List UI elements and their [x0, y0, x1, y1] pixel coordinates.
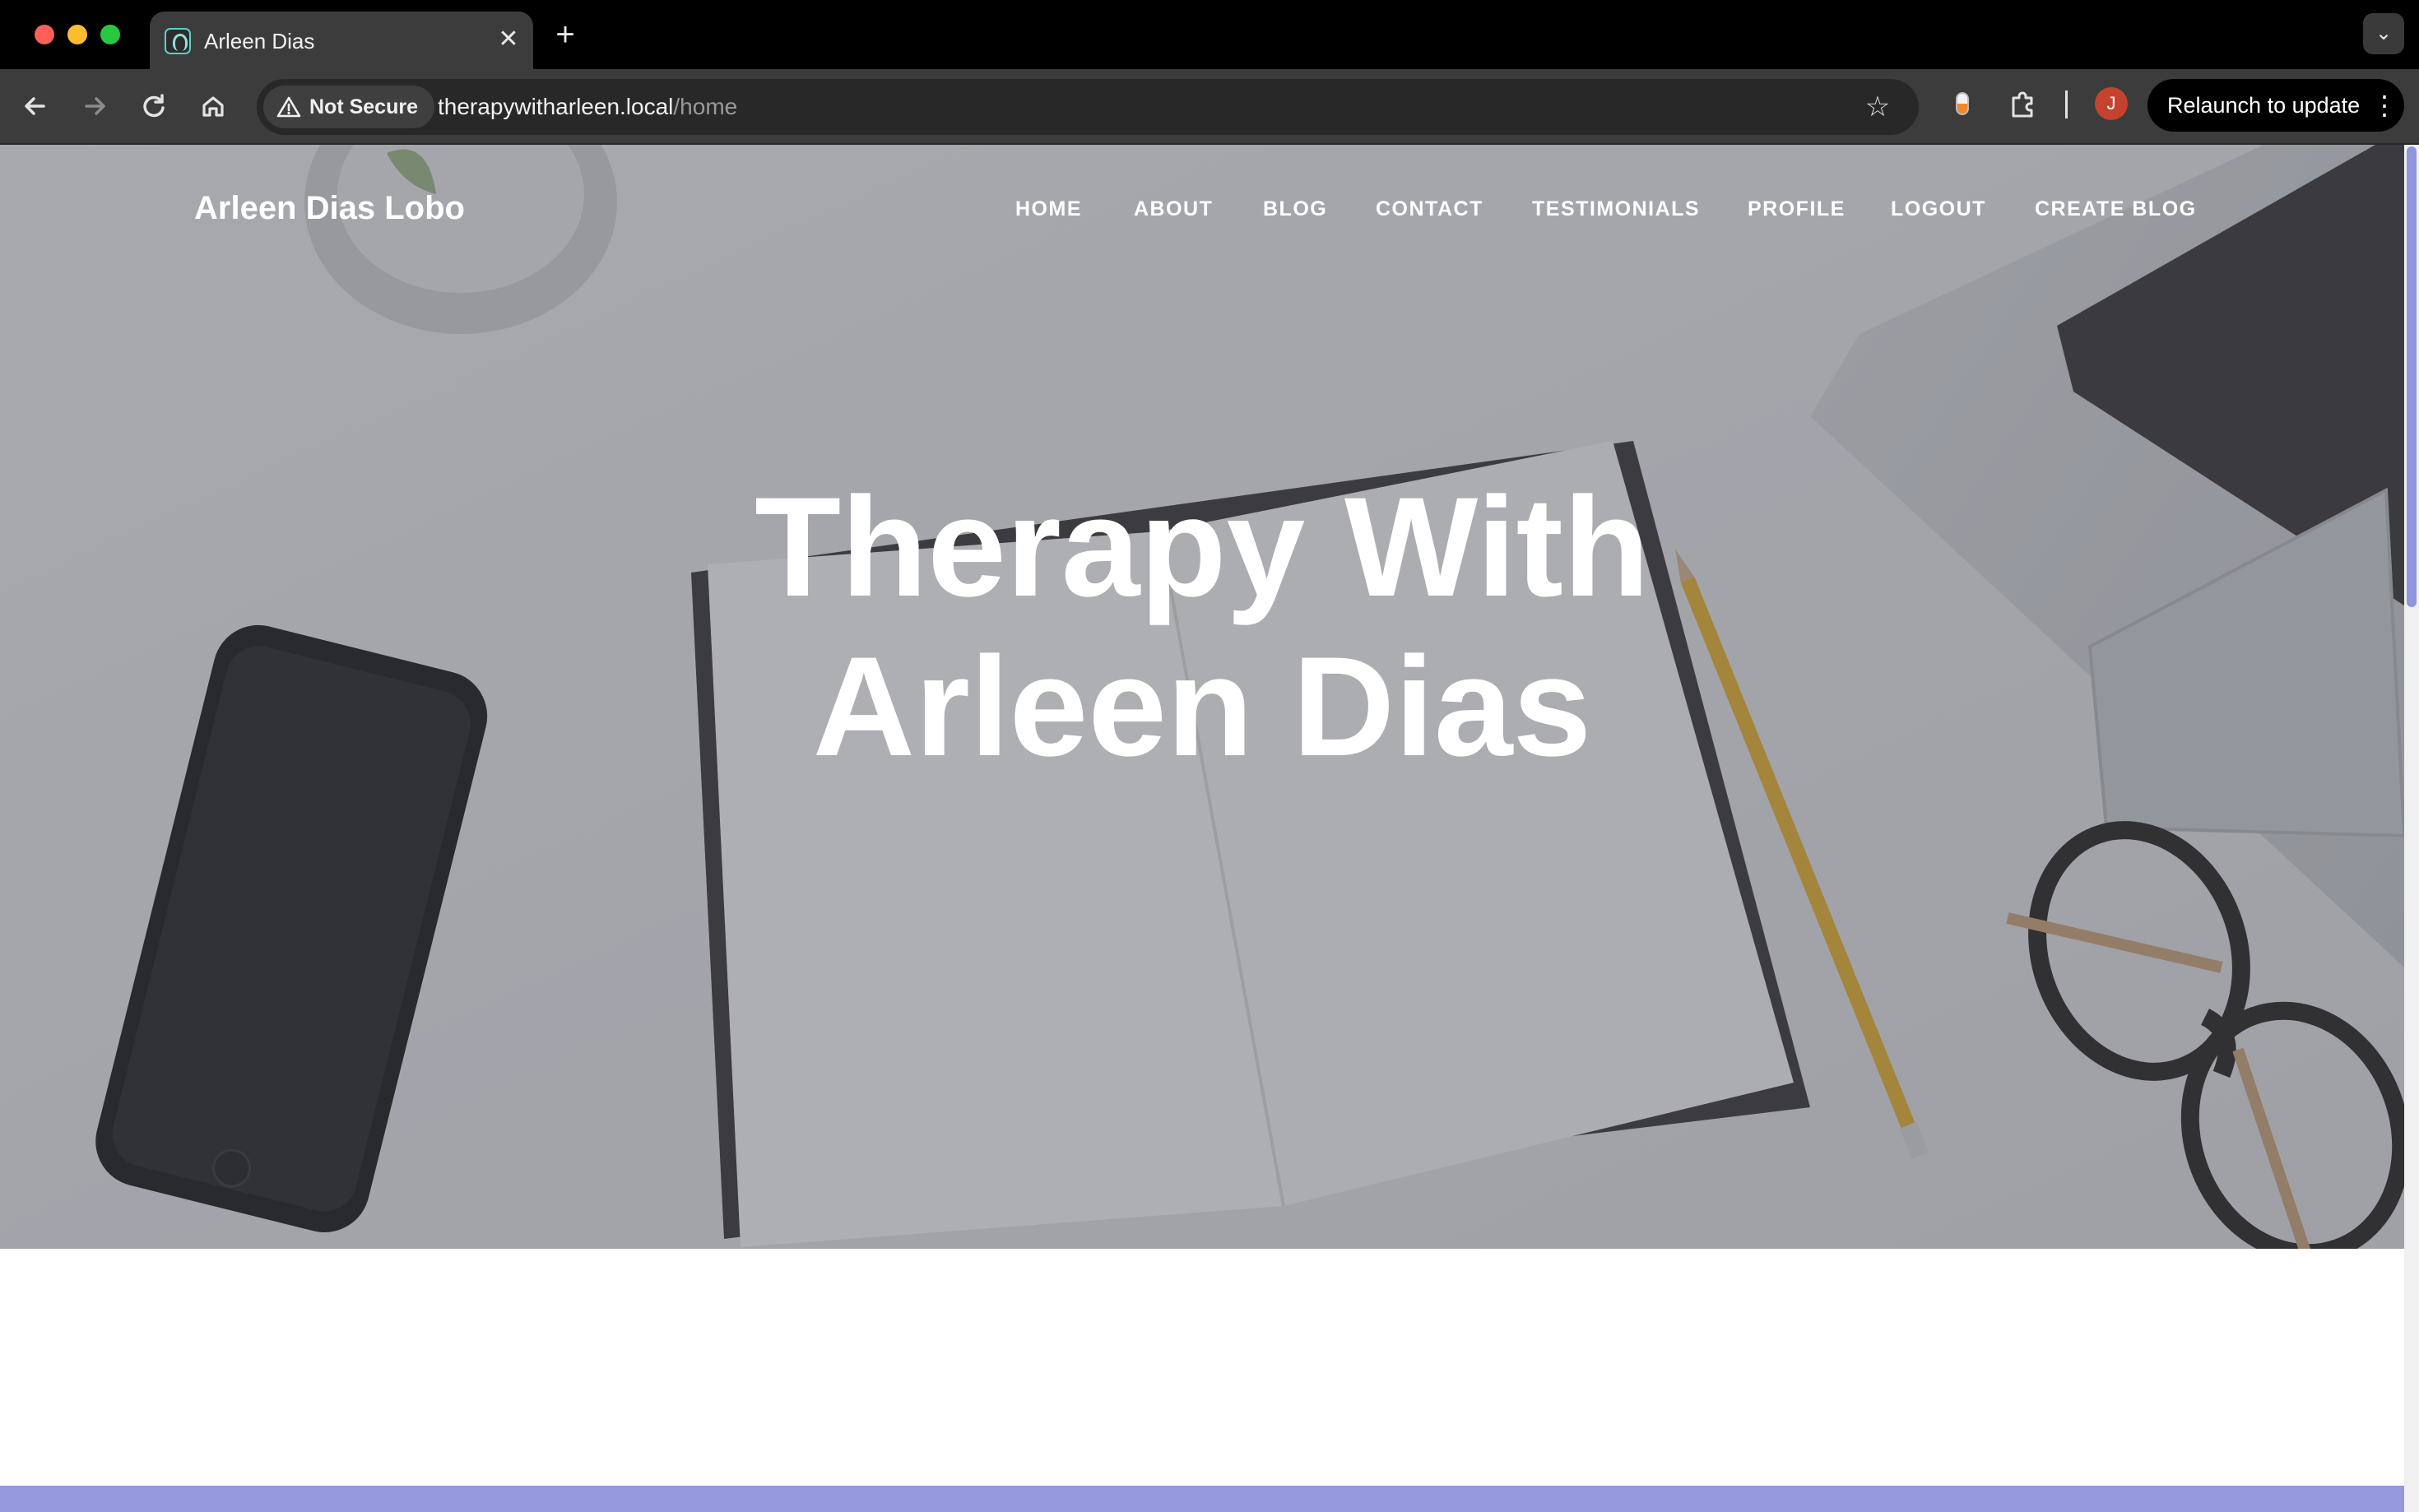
new-tab-button[interactable]: +: [546, 16, 584, 54]
page-viewport: Arleen Dias Lobo HOME ABOUT BLOG CONTACT…: [0, 145, 2404, 1512]
reload-icon[interactable]: [135, 87, 173, 125]
hero-heading: Therapy With Arleen Dias: [0, 467, 2404, 786]
nav-contact[interactable]: CONTACT: [1376, 196, 1483, 222]
address-bar[interactable]: Not Secure therapywitharleen.local/home …: [257, 79, 1919, 135]
back-arrow-icon[interactable]: [16, 87, 54, 125]
extension-icon[interactable]: [1945, 87, 1978, 120]
warning-icon: [276, 95, 301, 118]
nav-home[interactable]: HOME: [1015, 196, 1082, 222]
close-tab-icon[interactable]: ✕: [494, 25, 523, 54]
url-host: therapywitharleen.local: [438, 94, 674, 119]
bookmark-star-icon[interactable]: ☆: [1861, 90, 1894, 123]
not-secure-label: Not Secure: [309, 95, 418, 118]
site-brand[interactable]: Arleen Dias Lobo: [194, 188, 465, 229]
kebab-menu-icon[interactable]: ⋮: [2371, 89, 2398, 122]
hero-heading-line2: Arleen Dias: [812, 628, 1592, 786]
nav-profile[interactable]: PROFILE: [1748, 196, 1846, 222]
zoom-window-button[interactable]: [100, 25, 120, 44]
browser-tab[interactable]: Arleen Dias ✕: [150, 12, 533, 69]
toolbar-divider: [2065, 90, 2068, 118]
accent-band: [0, 1486, 2404, 1512]
site-favicon-icon: [165, 28, 191, 54]
security-indicator[interactable]: Not Secure: [263, 86, 434, 128]
close-window-button[interactable]: [35, 25, 54, 44]
tab-strip: Arleen Dias ✕ + ⌄: [0, 0, 2419, 69]
nav-create-blog[interactable]: CREATE BLOG: [2035, 196, 2197, 222]
relaunch-label: Relaunch to update: [2167, 93, 2361, 118]
hero-heading-line1: Therapy With: [754, 468, 1650, 626]
relaunch-to-update-button[interactable]: Relaunch to update ⋮: [2147, 79, 2404, 132]
forward-arrow-icon[interactable]: [76, 87, 114, 125]
nav-about[interactable]: ABOUT: [1134, 196, 1213, 222]
nav-testimonials[interactable]: TESTIMONIALS: [1532, 196, 1700, 222]
profile-avatar[interactable]: J: [2095, 87, 2128, 120]
browser-toolbar: Not Secure therapywitharleen.local/home …: [0, 69, 2419, 145]
nav-blog[interactable]: BLOG: [1263, 196, 1327, 222]
url-text[interactable]: therapywitharleen.local/home: [438, 92, 737, 122]
scrollbar-thumb[interactable]: [2407, 146, 2417, 607]
extensions-puzzle-icon[interactable]: [2004, 86, 2042, 123]
tab-title: Arleen Dias: [204, 29, 315, 53]
minimize-window-button[interactable]: [67, 25, 87, 44]
home-icon[interactable]: [194, 87, 232, 125]
tab-search-chevron-icon[interactable]: ⌄: [2363, 13, 2404, 54]
page-scrollbar[interactable]: [2404, 145, 2419, 1512]
hero-section: Arleen Dias Lobo HOME ABOUT BLOG CONTACT…: [0, 145, 2404, 1249]
url-path: /home: [673, 94, 738, 119]
nav-logout[interactable]: LOGOUT: [1891, 196, 1986, 222]
